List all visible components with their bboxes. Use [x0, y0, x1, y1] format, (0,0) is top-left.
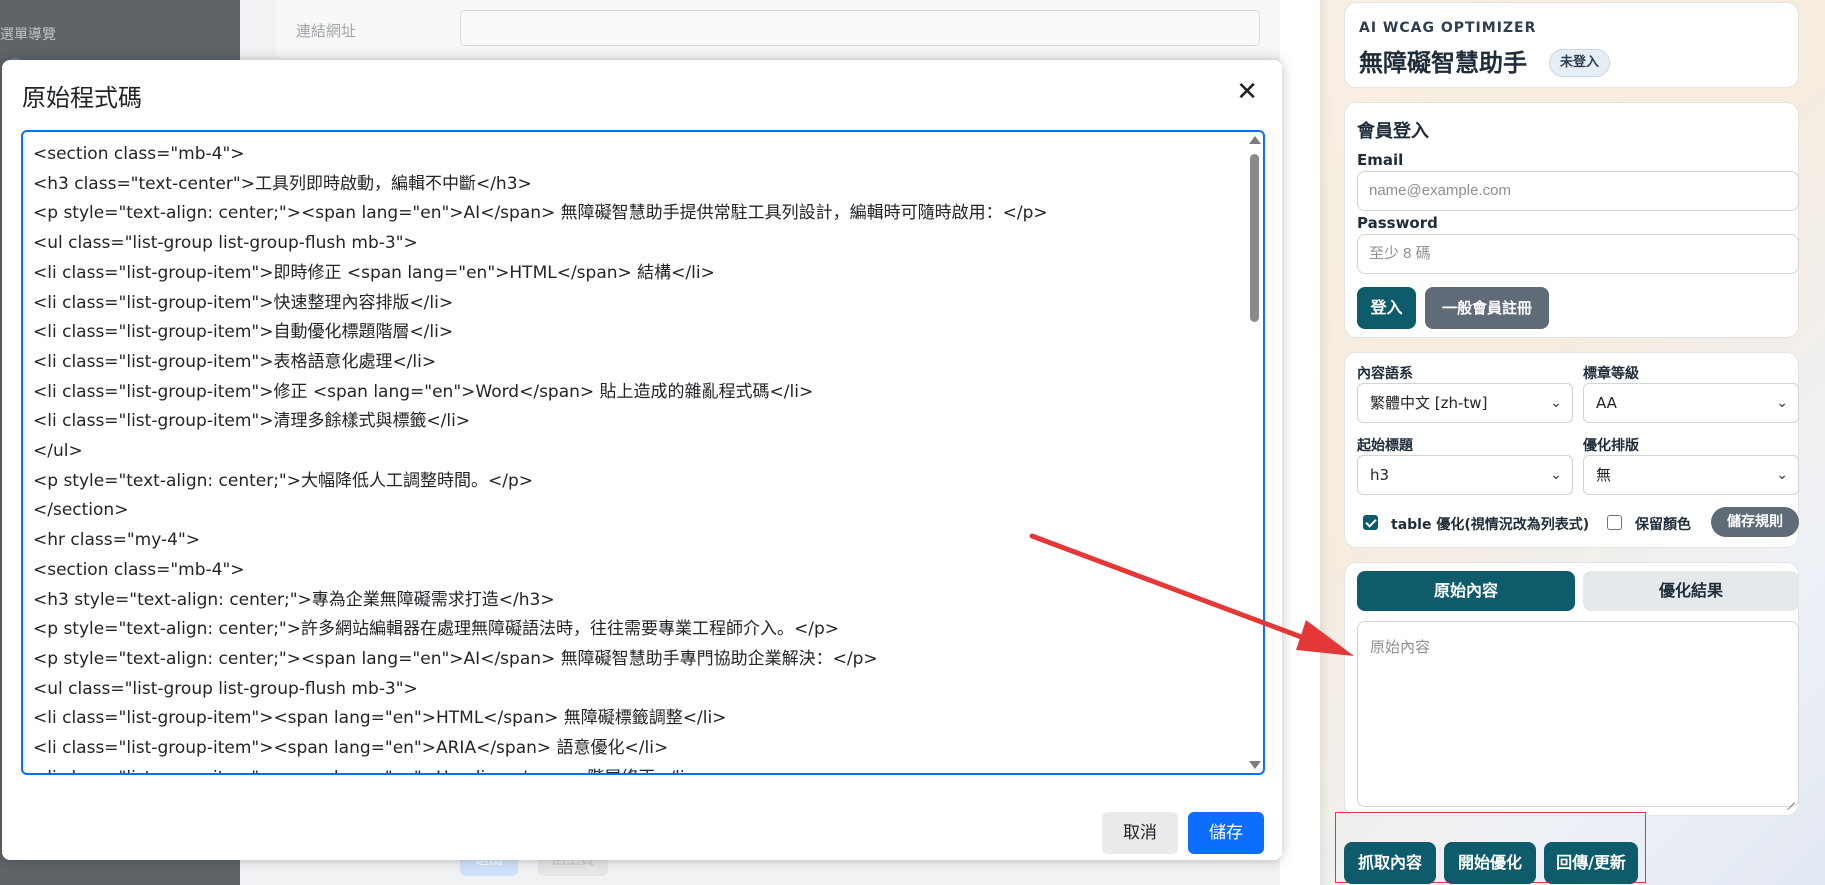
save-rules-button[interactable]: 儲存規則 [1711, 507, 1799, 537]
source-code-modal: 原始程式碼 ✕ <section class="mb-4"> <h3 class=… [2, 60, 1282, 860]
code-line: <section class="mb-4"> [33, 559, 245, 580]
layout-select[interactable]: 無 ⌄ [1583, 455, 1799, 495]
layout-select-value: 無 [1596, 466, 1612, 484]
code-line: <p style="text-align: center;">許多網站編輯器在處… [33, 619, 840, 640]
scroll-down-icon[interactable] [1249, 761, 1261, 769]
cancel-button[interactable]: 取消 [1102, 812, 1178, 854]
code-line: <ul class="list-group list-group-flush m… [33, 233, 418, 254]
background-url-input [460, 10, 1260, 46]
tab-optimized-result[interactable]: 優化結果 [1583, 571, 1799, 611]
settings-card: 內容語系 繁體中文 [zh-tw] ⌄ 標章等級 AA ⌄ 起始標題 h3 ⌄ … [1344, 352, 1799, 548]
tab-original-content[interactable]: 原始內容 [1357, 571, 1575, 611]
code-line: <li class="list-group-item">快速整理內容排版</li… [33, 292, 454, 313]
original-content-textarea[interactable]: 原始內容 [1357, 621, 1799, 807]
code-line: <p style="text-align: center;"><span lan… [33, 648, 878, 669]
code-line: <li class="list-group-item">表格語意化處理</li> [33, 351, 437, 372]
scrollbar-thumb[interactable] [1250, 154, 1259, 322]
save-button[interactable]: 儲存 [1188, 812, 1264, 854]
chevron-down-icon: ⌄ [1776, 467, 1788, 483]
textarea-placeholder: 原始內容 [1370, 638, 1431, 656]
email-label: Email [1357, 151, 1404, 169]
scroll-up-icon[interactable] [1249, 136, 1261, 144]
chevron-down-icon: ⌄ [1776, 395, 1788, 411]
start-optimize-button[interactable]: 開始優化 [1444, 842, 1536, 884]
code-line: </ul> [33, 441, 83, 462]
login-card: 會員登入 Email name@example.com Password 至少 … [1344, 102, 1799, 338]
code-line: <li class="list-group-item"><span lang="… [33, 738, 669, 759]
code-line: </section> [33, 500, 129, 521]
source-code-textarea[interactable]: <section class="mb-4"> <h3 class="text-ce… [21, 130, 1265, 775]
code-line: <ul class="list-group list-group-flush m… [33, 678, 418, 699]
login-button[interactable]: 登入 [1357, 287, 1416, 329]
table-optimize-checkbox[interactable] [1363, 515, 1378, 530]
level-select[interactable]: AA ⌄ [1583, 383, 1799, 423]
keep-color-label: 保留顏色 [1635, 517, 1691, 533]
language-select[interactable]: 繁體中文 [zh-tw] ⌄ [1357, 383, 1573, 423]
app-eyebrow: AI WCAG OPTIMIZER [1359, 20, 1537, 36]
heading-label: 起始標題 [1357, 438, 1413, 454]
password-label: Password [1357, 214, 1438, 232]
code-line: <h3 style="text-align: center;">專為企業無障礙需… [33, 589, 555, 610]
code-line: <li class="list-group-item"><span lang="… [33, 708, 727, 729]
return-update-button[interactable]: 回傳/更新 [1544, 842, 1638, 884]
code-line: <p style="text-align: center;"><span lan… [33, 203, 1048, 224]
heading-select-value: h3 [1370, 466, 1390, 484]
code-line: <hr class="my-4"> [33, 530, 201, 551]
language-select-value: 繁體中文 [zh-tw] [1370, 394, 1488, 412]
keep-color-checkbox[interactable] [1607, 515, 1622, 530]
app-name: 無障礙智慧助手 [1359, 48, 1527, 77]
code-line: <li class="list-group-item">修正 <span lan… [33, 381, 814, 402]
code-line: <li class="list-group-item">自動優化標題階層</li… [33, 322, 454, 343]
modal-title: 原始程式碼 [22, 84, 142, 112]
table-optimize-label: table 優化(視情況改為列表式) [1391, 517, 1590, 533]
resize-handle-icon[interactable] [1785, 793, 1795, 803]
heading-select[interactable]: h3 ⌄ [1357, 455, 1573, 495]
level-label: 標章等級 [1583, 366, 1639, 382]
layout-label: 優化排版 [1583, 438, 1639, 454]
code-line: <section class="mb-4"> [33, 144, 245, 164]
source-code-content: <section class="mb-4"> <h3 class="text-ce… [33, 140, 1241, 773]
register-button[interactable]: 一般會員註冊 [1425, 287, 1549, 329]
email-field[interactable]: name@example.com [1357, 171, 1799, 211]
background-field-label: 連結網址 [296, 22, 357, 40]
login-title: 會員登入 [1357, 121, 1429, 142]
language-label: 內容語系 [1357, 366, 1413, 382]
code-line: <li class="list-group-item">清理多餘樣式與標籤</l… [33, 411, 471, 432]
close-icon[interactable]: ✕ [1236, 78, 1258, 104]
login-status-badge: 未登入 [1549, 49, 1611, 77]
code-line: <h3 class="text-center">工具列即時啟動，編輯不中斷</h… [33, 173, 532, 194]
code-line: <li class="list-group-item"><span lang="… [33, 764, 1241, 773]
background-sidebar-label: 選單導覽 [0, 27, 56, 43]
header-card: AI WCAG OPTIMIZER 無障礙智慧助手 未登入 [1344, 2, 1799, 88]
code-line: <p style="text-align: center;">大幅降低人工調整時… [33, 470, 534, 491]
code-line: <li class="list-group-item">即時修正 <span l… [33, 262, 715, 283]
panel-edge-shadow [1320, 0, 1330, 885]
chevron-down-icon: ⌄ [1550, 467, 1562, 483]
content-card: 原始內容 優化結果 原始內容 [1344, 562, 1799, 816]
password-field[interactable]: 至少 8 碼 [1357, 234, 1799, 274]
fetch-content-button[interactable]: 抓取內容 [1344, 842, 1436, 884]
chevron-down-icon: ⌄ [1550, 395, 1562, 411]
level-select-value: AA [1596, 394, 1617, 412]
